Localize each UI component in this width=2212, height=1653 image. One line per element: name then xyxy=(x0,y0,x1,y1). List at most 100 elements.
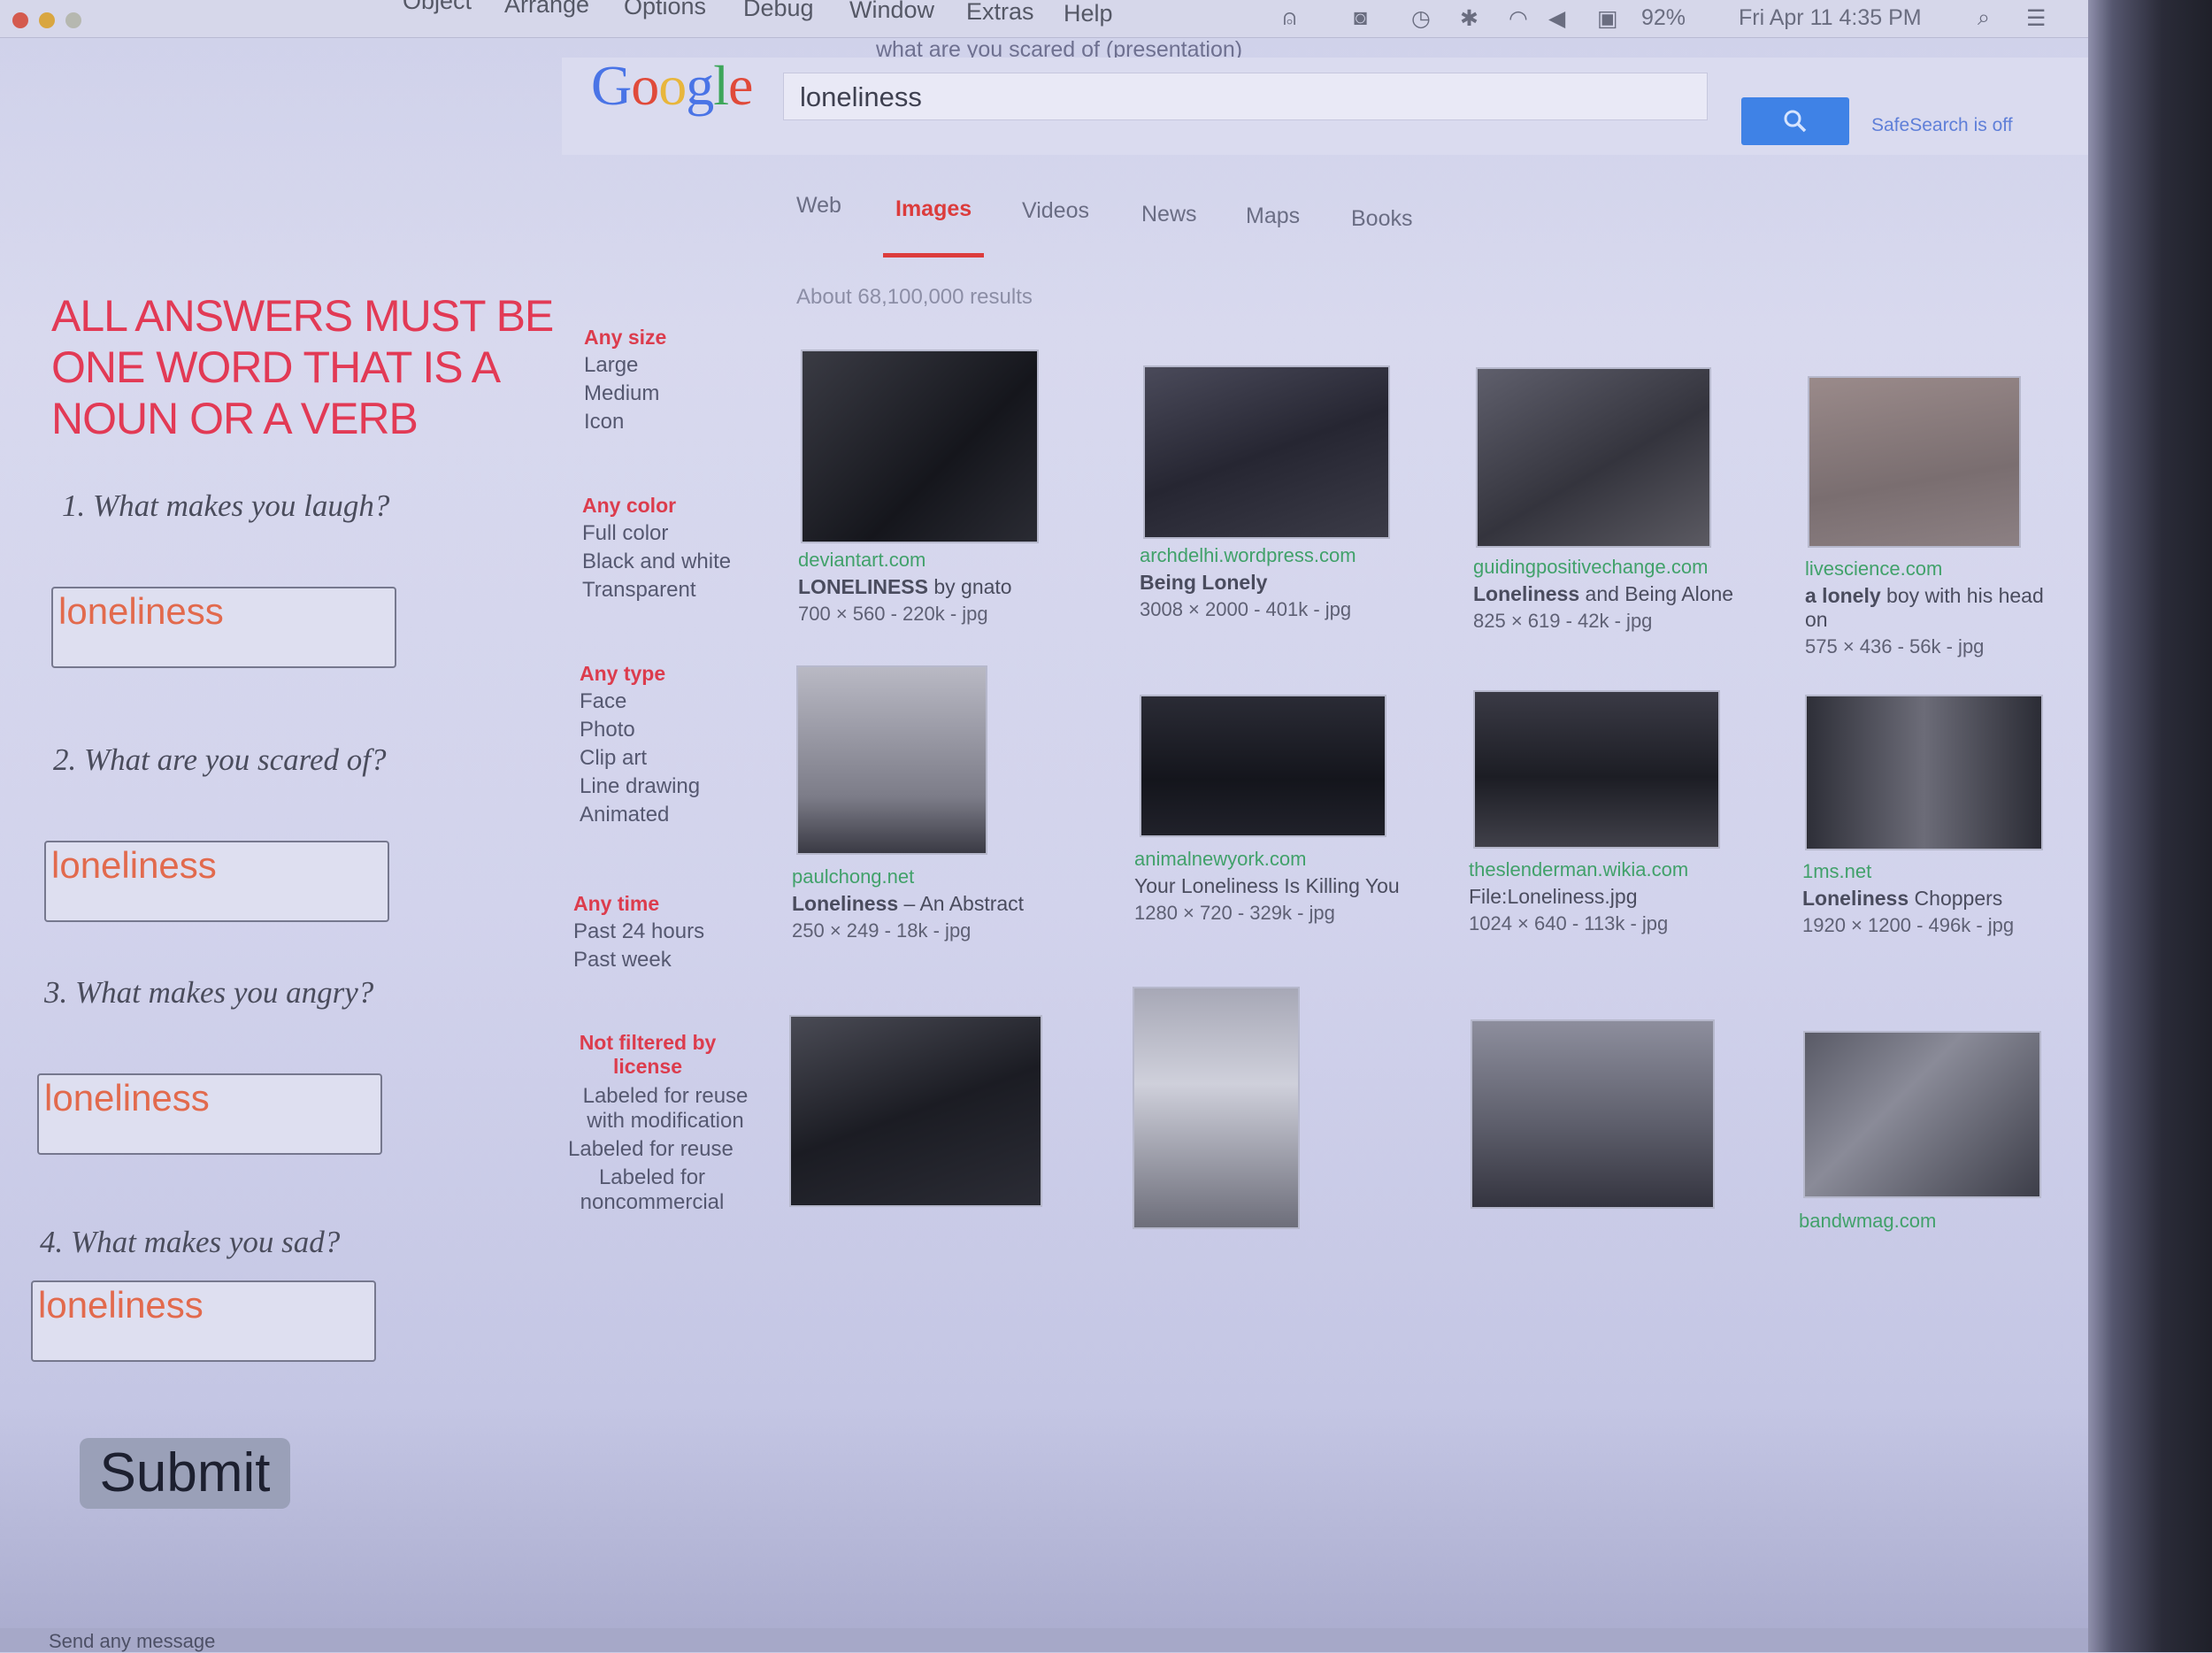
filter-size-large[interactable]: Large xyxy=(584,353,666,378)
result-site[interactable]: theslenderman.wikia.com xyxy=(1469,858,1761,881)
result-site[interactable]: bandwmag.com xyxy=(1799,1210,1936,1233)
bluetooth-icon[interactable]: ✱ xyxy=(1460,5,1479,32)
menu-debug[interactable]: Debug xyxy=(743,0,814,22)
filter-color-full[interactable]: Full color xyxy=(582,521,731,546)
volume-icon[interactable]: ◀ xyxy=(1548,5,1565,32)
question-3-label: 3. What makes you angry? xyxy=(44,975,374,1010)
result-title-bold[interactable]: Loneliness xyxy=(1802,887,1909,910)
result-image[interactable] xyxy=(1133,987,1300,1229)
result-title[interactable]: by gnato xyxy=(928,575,1011,598)
filter-color-bw[interactable]: Black and white xyxy=(582,550,731,574)
tab-maps[interactable]: Maps xyxy=(1246,204,1300,229)
result-image[interactable] xyxy=(1803,1031,2041,1198)
bottom-message[interactable]: Send any message xyxy=(49,1630,215,1653)
spotlight-search-icon[interactable]: ⌕ xyxy=(1978,5,1990,31)
tab-news[interactable]: News xyxy=(1141,202,1197,227)
close-window-button[interactable] xyxy=(12,12,28,28)
tab-videos[interactable]: Videos xyxy=(1022,198,1089,224)
filter-type-line-drawing[interactable]: Line drawing xyxy=(580,774,700,799)
result-image[interactable] xyxy=(1805,695,2043,850)
wifi-icon[interactable]: ◠ xyxy=(1509,5,1528,32)
tab-web[interactable]: Web xyxy=(796,193,841,219)
filter-time-heading[interactable]: Any time xyxy=(573,892,704,916)
search-button[interactable] xyxy=(1741,97,1849,145)
result-caption: archdelhi.wordpress.com Being Lonely 300… xyxy=(1140,544,1432,621)
filter-license-heading[interactable]: Not filtered by license xyxy=(568,1031,727,1079)
result-title-bold[interactable]: LONELINESS xyxy=(798,575,928,598)
filter-type-clipart[interactable]: Clip art xyxy=(580,746,700,771)
filter-color-heading[interactable]: Any color xyxy=(582,494,731,518)
search-input[interactable]: loneliness xyxy=(783,73,1708,120)
result-site[interactable]: 1ms.net xyxy=(1802,860,2068,883)
result-image[interactable] xyxy=(789,1015,1042,1207)
menu-extras[interactable]: Extras xyxy=(966,0,1034,26)
filter-type-photo[interactable]: Photo xyxy=(580,718,700,742)
result-dims: 825 × 619 - 42k - jpg xyxy=(1473,610,1653,632)
tab-images[interactable]: Images xyxy=(895,196,972,222)
result-caption: animalnewyork.com Your Loneliness Is Kil… xyxy=(1134,848,1435,925)
menu-help[interactable]: Help xyxy=(1064,0,1113,27)
result-title[interactable]: Your Loneliness Is Killing You xyxy=(1134,874,1435,898)
flag-icon[interactable]: ▣ xyxy=(1597,5,1618,32)
submit-button[interactable]: Submit xyxy=(80,1438,290,1509)
result-title[interactable]: Choppers xyxy=(1909,887,2003,910)
result-title[interactable]: File:Loneliness.jpg xyxy=(1469,885,1761,909)
tab-books[interactable]: Books xyxy=(1351,206,1412,232)
result-site[interactable]: livescience.com xyxy=(1805,557,2070,580)
result-site[interactable]: guidingpositivechange.com xyxy=(1473,556,1756,579)
logo-letter: G xyxy=(591,54,632,117)
filter-license-noncommercial[interactable]: Labeled for noncommercial xyxy=(568,1165,736,1215)
filter-size-icon[interactable]: Icon xyxy=(584,410,666,434)
filter-time-week[interactable]: Past week xyxy=(573,948,704,973)
time-machine-icon[interactable]: ◷ xyxy=(1411,5,1431,32)
camera-icon[interactable]: ◙ xyxy=(1354,5,1367,31)
question-2-answer-field[interactable]: loneliness xyxy=(44,841,389,922)
menu-object[interactable]: Object xyxy=(403,0,472,15)
result-title-bold[interactable]: Loneliness xyxy=(1473,582,1579,605)
filter-color-transparent[interactable]: Transparent xyxy=(582,578,731,603)
result-image[interactable] xyxy=(801,350,1039,543)
menu-options[interactable]: Options xyxy=(624,0,706,20)
filter-size-heading[interactable]: Any size xyxy=(584,326,666,350)
question-1-answer-field[interactable]: loneliness xyxy=(51,587,396,668)
filter-time-24h[interactable]: Past 24 hours xyxy=(573,919,704,944)
question-4-answer-field[interactable]: loneliness xyxy=(31,1280,376,1362)
adobe-icon[interactable]: ⍝ xyxy=(1283,5,1296,31)
menu-arrange[interactable]: Arrange xyxy=(504,0,589,19)
question-3-answer-field[interactable]: loneliness xyxy=(37,1073,382,1155)
logo-letter: o xyxy=(658,54,687,117)
result-title-bold[interactable]: a lonely xyxy=(1805,584,1881,607)
result-image[interactable] xyxy=(796,665,987,855)
filter-type: Any type Face Photo Clip art Line drawin… xyxy=(580,662,700,827)
result-title[interactable]: Being Lonely xyxy=(1140,571,1432,595)
notification-center-icon[interactable]: ☰ xyxy=(2026,5,2046,32)
clock[interactable]: Fri Apr 11 4:35 PM xyxy=(1739,5,1922,31)
result-site[interactable]: archdelhi.wordpress.com xyxy=(1140,544,1432,567)
filter-size-medium[interactable]: Medium xyxy=(584,381,666,406)
result-site[interactable]: paulchong.net xyxy=(792,865,1084,888)
result-title[interactable]: – An Abstract xyxy=(898,892,1025,915)
result-image[interactable] xyxy=(1140,695,1386,837)
result-title[interactable]: and Being Alone xyxy=(1579,582,1734,605)
zoom-window-button[interactable] xyxy=(65,12,81,28)
menu-window[interactable]: Window xyxy=(849,0,934,24)
google-logo[interactable]: Google xyxy=(591,53,753,119)
result-site[interactable]: deviantart.com xyxy=(798,549,1090,572)
battery-status[interactable]: 92% xyxy=(1641,5,1686,31)
filter-type-heading[interactable]: Any type xyxy=(580,662,700,686)
minimize-window-button[interactable] xyxy=(39,12,55,28)
result-image[interactable] xyxy=(1471,1019,1715,1209)
filter-license-reuse-mod[interactable]: Labeled for reuse with modification xyxy=(568,1084,763,1134)
result-title-bold[interactable]: Loneliness xyxy=(792,892,898,915)
result-image[interactable] xyxy=(1473,690,1720,849)
filter-type-face[interactable]: Face xyxy=(580,689,700,714)
result-image[interactable] xyxy=(1143,365,1390,539)
result-dims: 3008 × 2000 - 401k - jpg xyxy=(1140,598,1352,620)
filter-type-animated[interactable]: Animated xyxy=(580,803,700,827)
result-image[interactable] xyxy=(1476,367,1711,548)
safesearch-link[interactable]: SafeSearch is off xyxy=(1871,115,2013,136)
result-site[interactable]: animalnewyork.com xyxy=(1134,848,1435,871)
filter-license-reuse[interactable]: Labeled for reuse xyxy=(568,1137,763,1162)
result-image[interactable] xyxy=(1808,376,2021,548)
result-dims: 250 × 249 - 18k - jpg xyxy=(792,919,972,942)
